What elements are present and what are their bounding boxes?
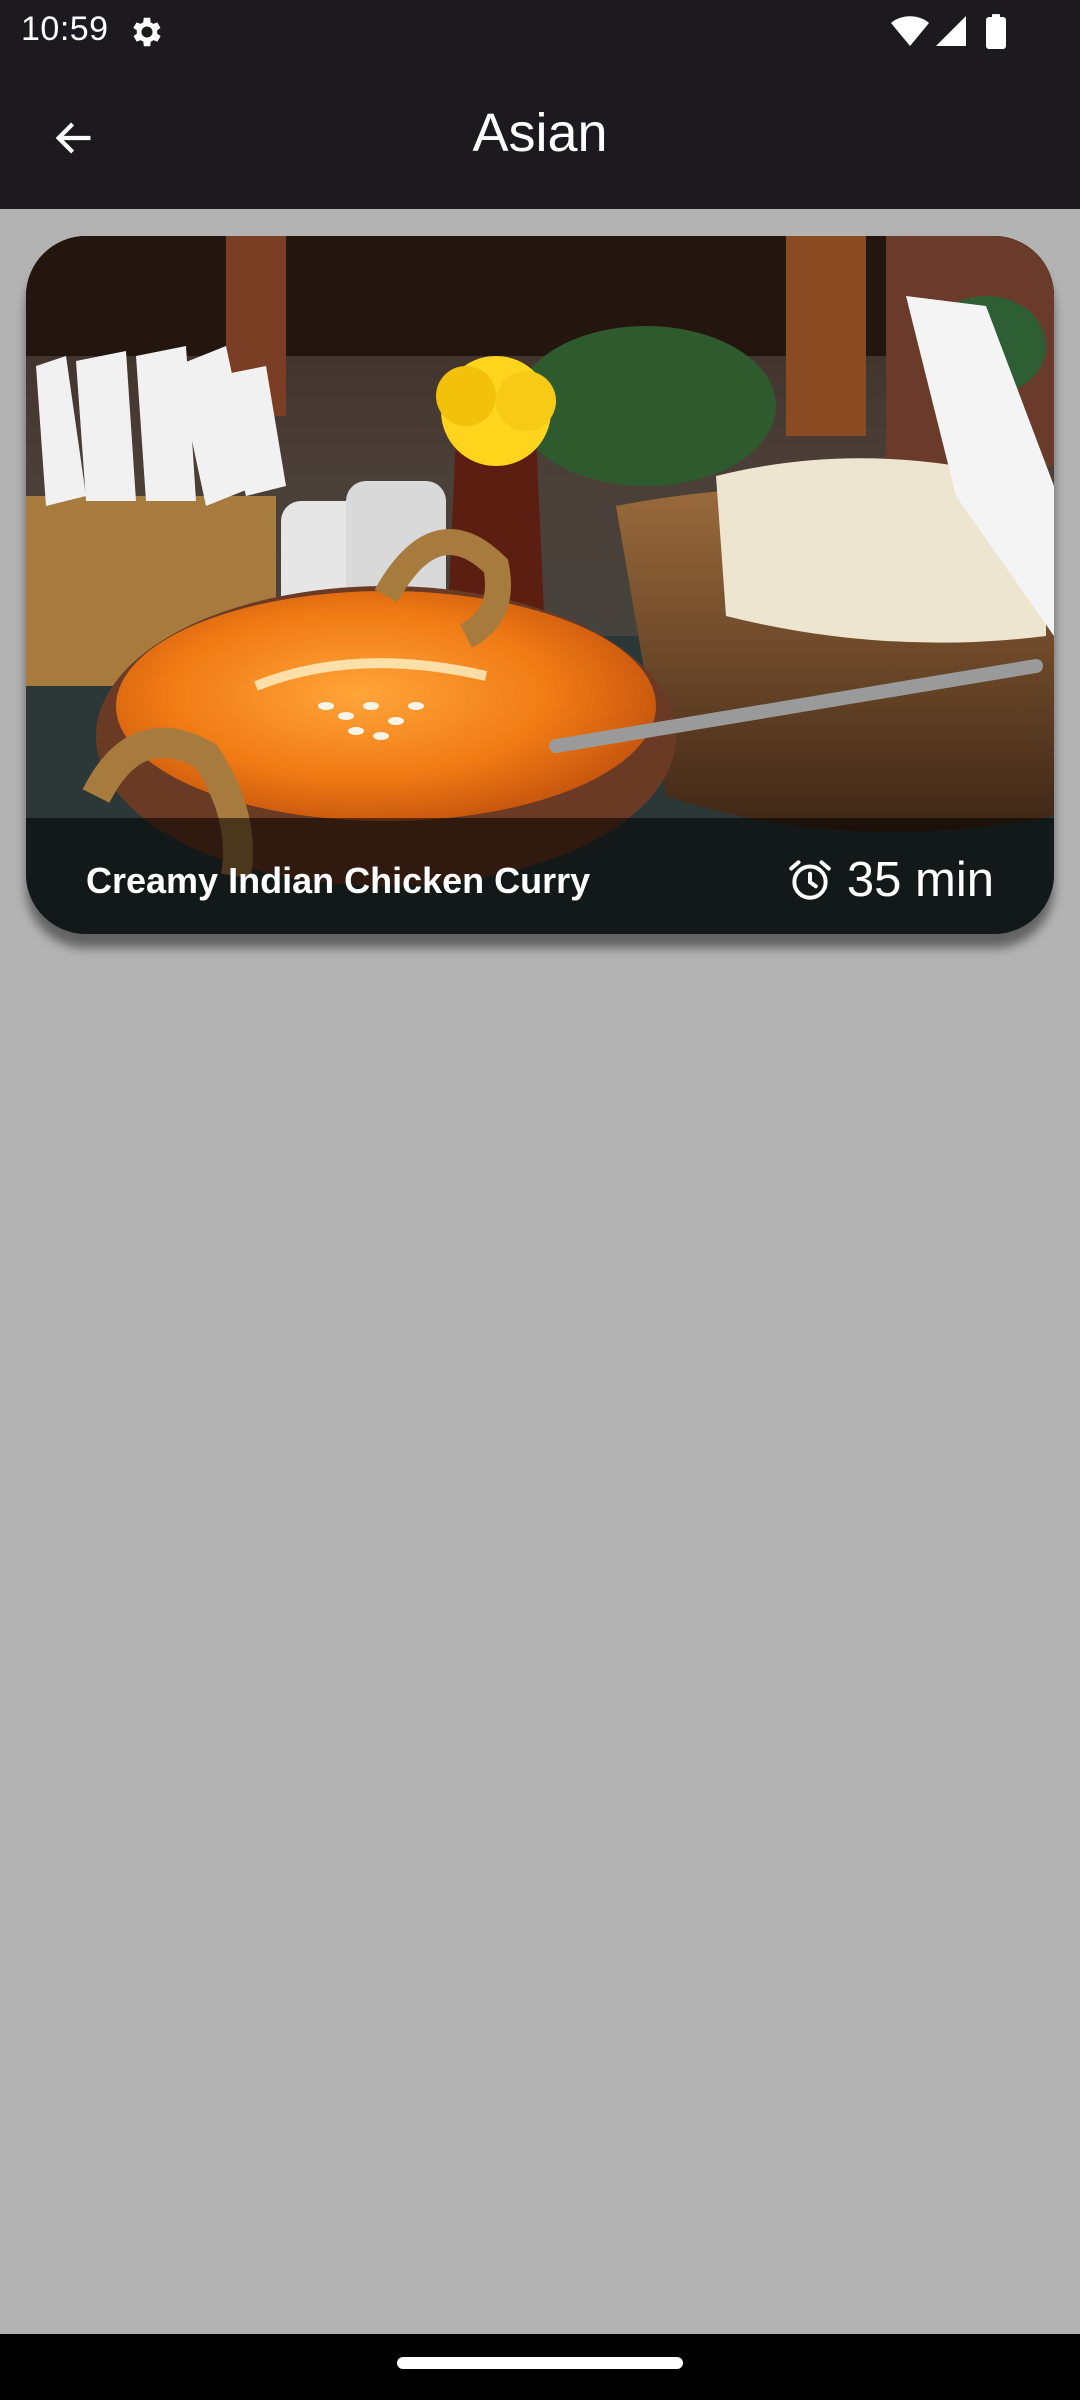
- status-bar: 10:59: [0, 0, 1080, 64]
- home-gesture-handle[interactable]: [397, 2357, 683, 2369]
- system-navigation-bar: [0, 2334, 1080, 2400]
- recipe-list: Creamy Indian Chicken Curry 35 min: [0, 209, 1080, 2334]
- cellular-signal-icon: [936, 16, 966, 46]
- battery-icon: [986, 14, 1006, 49]
- recipe-duration: 35 min: [785, 852, 994, 908]
- recipe-card-footer: Creamy Indian Chicken Curry 35 min: [26, 818, 1054, 934]
- recipe-title: Creamy Indian Chicken Curry: [86, 860, 591, 901]
- status-time: 10:59: [21, 10, 109, 48]
- recipe-duration-text: 35 min: [846, 853, 994, 907]
- settings-gear-icon: [133, 17, 161, 47]
- page-title: Asian: [472, 103, 608, 163]
- alarm-clock-icon: [789, 860, 831, 900]
- recipe-card[interactable]: Creamy Indian Chicken Curry 35 min: [26, 236, 1054, 934]
- app-bar: Asian: [0, 64, 1080, 209]
- wifi-icon: [891, 16, 929, 46]
